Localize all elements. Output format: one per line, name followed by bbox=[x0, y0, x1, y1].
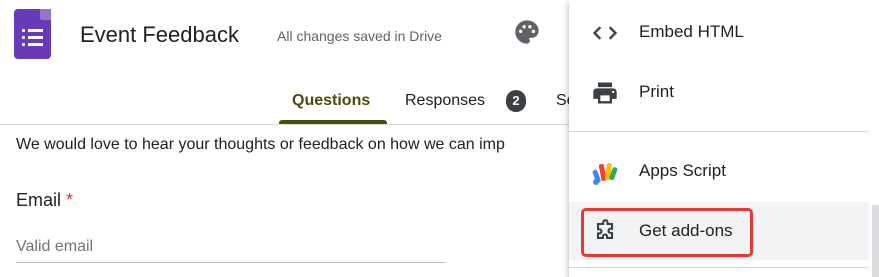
form-description: We would love to hear your thoughts or f… bbox=[16, 136, 505, 153]
code-icon bbox=[592, 26, 618, 40]
email-question-label: Email * bbox=[16, 190, 73, 211]
menu-item-label: Print bbox=[639, 82, 674, 101]
menu-divider bbox=[569, 131, 869, 132]
more-options-menu: Embed HTML Print Apps Script Get add-ons bbox=[569, 0, 879, 277]
required-asterisk: * bbox=[66, 190, 74, 210]
menu-scrollbar[interactable] bbox=[872, 205, 879, 277]
responses-count-badge: 2 bbox=[506, 90, 526, 112]
menu-item-apps-script[interactable]: Apps Script bbox=[569, 145, 869, 197]
google-forms-icon[interactable] bbox=[14, 9, 51, 59]
menu-divider bbox=[569, 267, 869, 268]
menu-item-print[interactable]: Print bbox=[569, 66, 869, 118]
menu-item-get-add-ons[interactable]: Get add-ons bbox=[569, 202, 869, 260]
puzzle-piece-icon bbox=[596, 219, 614, 240]
menu-item-embed-html[interactable]: Embed HTML bbox=[569, 6, 869, 58]
apps-script-icon bbox=[592, 163, 618, 185]
form-title[interactable]: Event Feedback bbox=[80, 22, 239, 48]
palette-icon[interactable] bbox=[513, 18, 541, 46]
menu-item-label: Apps Script bbox=[639, 161, 726, 180]
printer-icon bbox=[593, 82, 617, 104]
save-status: All changes saved in Drive bbox=[277, 28, 442, 44]
menu-item-label: Embed HTML bbox=[639, 22, 744, 41]
tab-responses[interactable]: Responses bbox=[405, 92, 485, 110]
tab-questions[interactable]: Questions bbox=[292, 92, 370, 110]
email-field[interactable] bbox=[16, 232, 446, 263]
email-label-text: Email bbox=[16, 190, 62, 210]
menu-item-label: Get add-ons bbox=[639, 221, 733, 240]
